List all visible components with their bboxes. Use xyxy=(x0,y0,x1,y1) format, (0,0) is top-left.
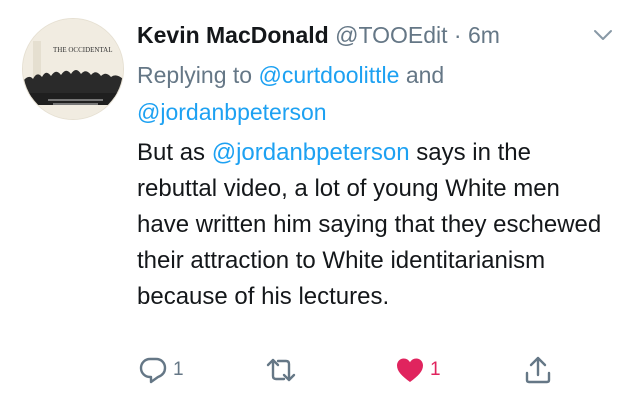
reply-conjunction: and xyxy=(405,62,445,88)
heart-icon xyxy=(397,358,423,382)
svg-text:THE OCCIDENTAL: THE OCCIDENTAL xyxy=(53,46,113,54)
like-button[interactable]: 1 xyxy=(394,352,441,388)
body-mention-link[interactable]: @jordanbpeterson xyxy=(212,139,410,166)
author-avatar[interactable]: THE OCCIDENTAL xyxy=(22,18,124,120)
retweet-icon xyxy=(266,358,296,382)
avatar-logo-image: THE OCCIDENTAL xyxy=(23,19,123,119)
author-handle[interactable]: @TOOEdit xyxy=(335,22,447,48)
share-icon xyxy=(525,356,551,384)
reply-mention-link[interactable]: @jordanbpeterson xyxy=(137,99,327,125)
tweet-header: Kevin MacDonald @TOOEdit · 6m xyxy=(137,19,617,51)
tweet-body: But as @jordanbpeterson says in the rebu… xyxy=(137,135,607,315)
reply-count: 1 xyxy=(173,359,184,380)
retweet-button[interactable] xyxy=(265,352,301,388)
author-name[interactable]: Kevin MacDonald xyxy=(137,22,329,48)
separator-dot: · xyxy=(453,22,462,48)
like-count: 1 xyxy=(430,359,441,380)
reply-button[interactable]: 1 xyxy=(137,352,184,388)
reply-icon xyxy=(139,357,167,384)
reply-mention-link[interactable]: @curtdoolittle xyxy=(258,62,399,88)
tweet-timestamp[interactable]: 6m xyxy=(468,22,500,48)
tweet-action-bar: 1 1 xyxy=(137,352,567,388)
replying-to-line: Replying to @curtdoolittle and @jordanbp… xyxy=(137,57,597,131)
share-button[interactable] xyxy=(522,352,554,388)
tweet-text: But as xyxy=(137,139,206,166)
chevron-down-icon[interactable] xyxy=(589,21,617,49)
replying-to-label: Replying to xyxy=(137,62,253,88)
